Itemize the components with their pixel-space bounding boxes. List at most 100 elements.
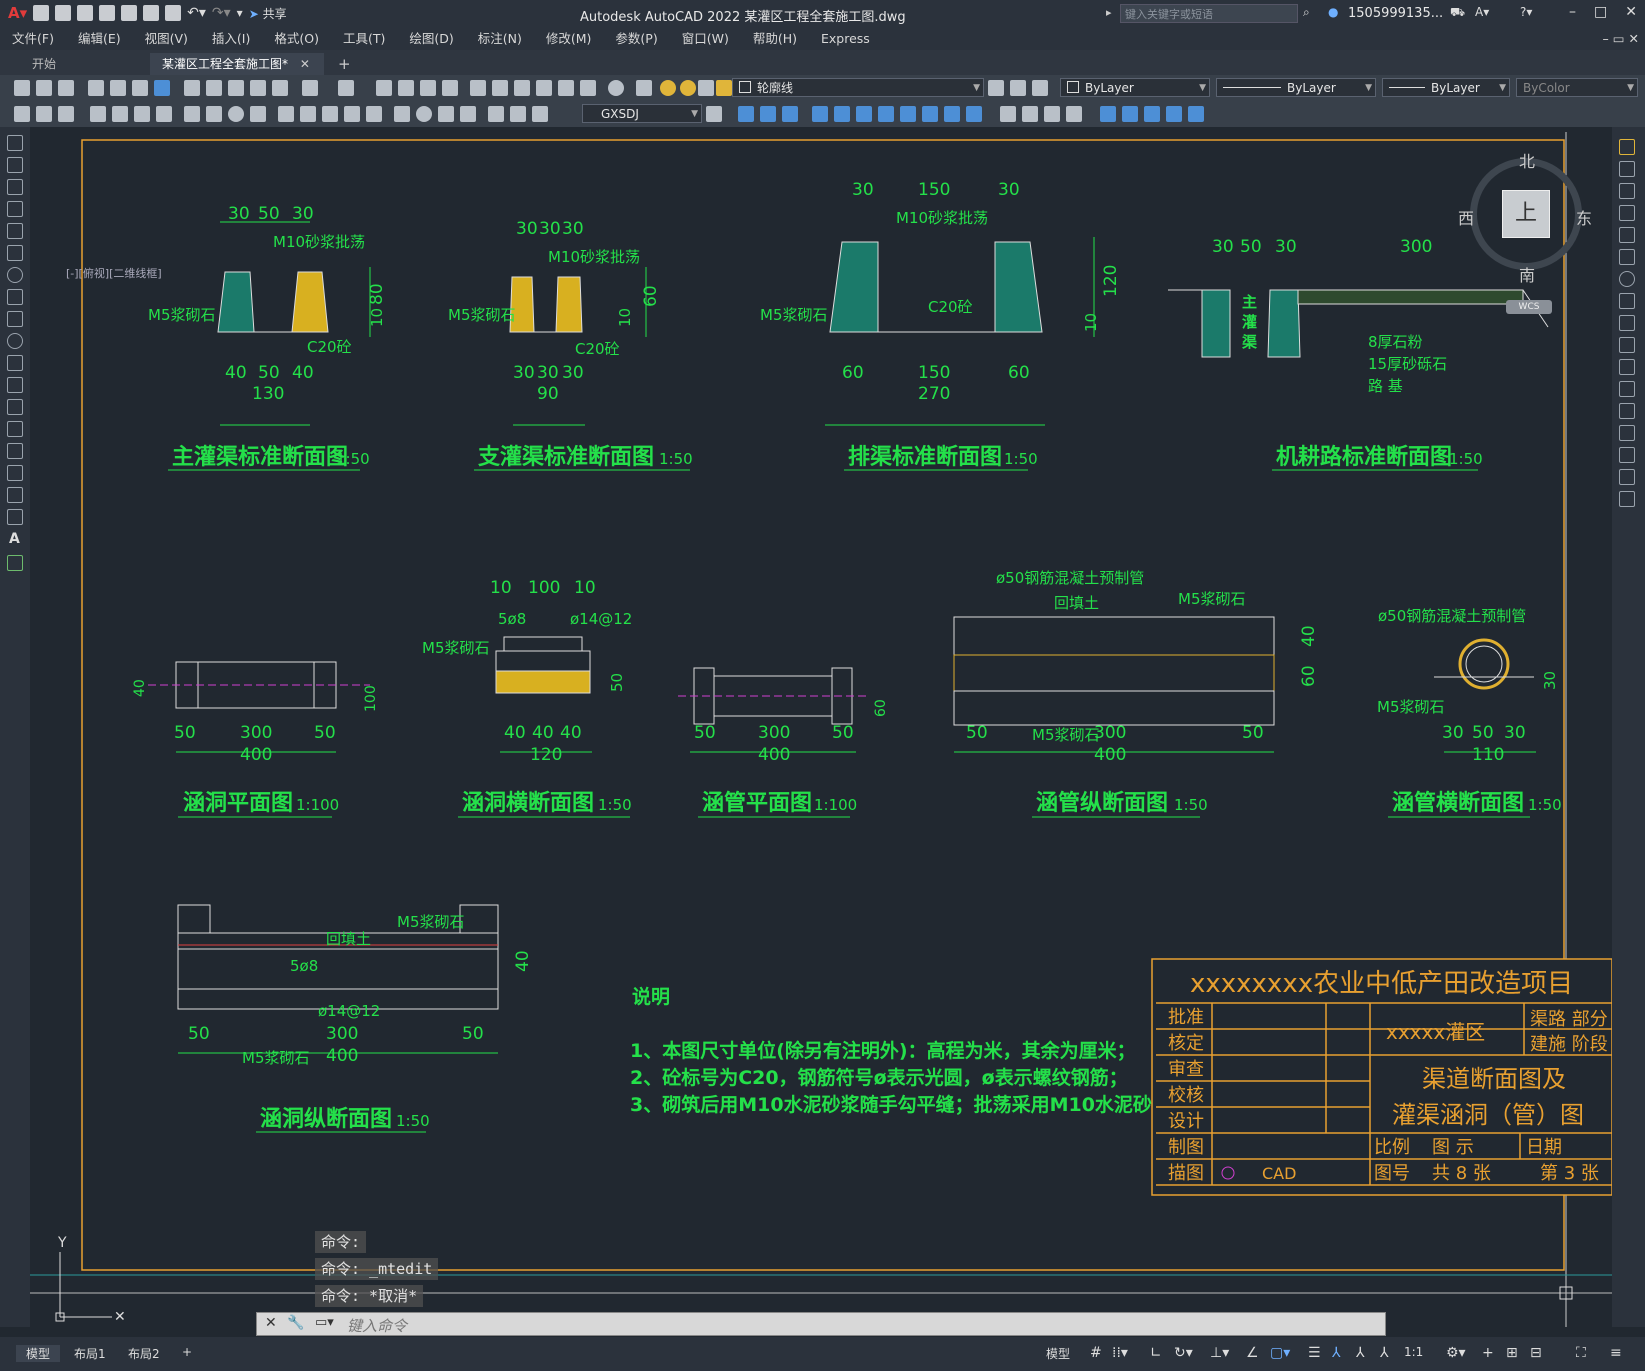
autodesk-a360-icon[interactable]: A▾ (1475, 5, 1489, 19)
plotstyle-dropdown[interactable]: ByColor ▼ (1516, 78, 1638, 97)
rotate-icon[interactable] (856, 106, 872, 122)
drawing-drainage-canal[interactable] (825, 237, 1095, 426)
layer-viewport-icon[interactable] (698, 80, 714, 96)
center-mark-icon[interactable] (416, 106, 432, 122)
menu-view[interactable]: 视图(V) (133, 28, 200, 50)
status-model-space[interactable]: 模型 (1036, 1345, 1080, 1362)
menu-dimension[interactable]: 标注(N) (466, 28, 534, 50)
move-right-icon[interactable] (1619, 249, 1635, 265)
dim-update-icon[interactable] (532, 106, 548, 122)
compass-west[interactable]: 西 (1458, 205, 1474, 229)
layer-on-icon[interactable] (660, 80, 676, 96)
drawing-farm-road[interactable] (1168, 289, 1549, 358)
dimstyle-dropdown[interactable]: GXSDJ ▼ (582, 104, 702, 123)
trim-right-icon[interactable] (1619, 337, 1635, 353)
dim-style-manager-icon[interactable] (706, 106, 722, 122)
aligned-dim-icon[interactable] (112, 106, 128, 122)
array-icon[interactable] (834, 106, 850, 122)
markup-icon[interactable] (558, 80, 574, 96)
drawing-canvas[interactable]: 30 50 30 M10砂浆批荡 M5浆砌石 C20砼 80 10 40 50 … (30, 127, 1612, 1327)
chamfer-right-icon[interactable] (1619, 447, 1635, 463)
menu-tools[interactable]: 工具(T) (331, 28, 397, 50)
customization-menu-icon[interactable]: ≡ (1600, 1345, 1632, 1361)
scale-icon[interactable] (878, 106, 894, 122)
dim-edit-icon[interactable] (488, 106, 504, 122)
pan-icon[interactable] (376, 80, 392, 96)
new-file-icon[interactable] (33, 5, 50, 21)
stretch-right-icon[interactable] (1619, 315, 1635, 331)
diameter-dim-icon[interactable] (228, 106, 244, 122)
jogged-linear-icon[interactable] (460, 106, 476, 122)
web-mobile-save-icon[interactable] (143, 5, 160, 21)
layer-previous-icon[interactable] (1010, 80, 1026, 96)
tool-icon-2[interactable] (36, 106, 52, 122)
join-right-icon[interactable] (1619, 425, 1635, 441)
tab-drawing-file[interactable]: 某灌区工程全套施工图* ✕ (150, 53, 324, 75)
design-center-icon[interactable] (492, 80, 508, 96)
menu-window[interactable]: 窗口(W) (670, 28, 741, 50)
undo-icon[interactable]: ↶▾ (187, 5, 206, 21)
workspace-gear-icon[interactable]: ⚙▾ (1436, 1345, 1476, 1361)
menu-draw[interactable]: 绘图(D) (397, 28, 465, 50)
wcs-menu[interactable]: WCS (1506, 300, 1552, 314)
region-icon[interactable] (7, 487, 23, 503)
zoom-realtime-icon[interactable] (398, 80, 414, 96)
scale-right-icon[interactable] (1619, 293, 1635, 309)
angular-dim-icon[interactable] (250, 106, 266, 122)
menu-modify[interactable]: 修改(M) (534, 28, 604, 50)
polyline-icon[interactable] (7, 179, 23, 195)
dim-space-icon[interactable] (344, 106, 360, 122)
erase-icon[interactable] (1619, 139, 1635, 155)
save-icon[interactable] (77, 5, 94, 21)
open-file-icon[interactable] (55, 5, 72, 21)
table-icon[interactable] (7, 509, 23, 525)
compass-south[interactable]: 南 (1519, 262, 1535, 286)
gradient-icon[interactable] (7, 465, 23, 481)
redo-toolbar-icon[interactable] (338, 80, 354, 96)
copy-object-icon[interactable] (760, 106, 776, 122)
drawing-main-canal[interactable] (217, 221, 371, 426)
multiline-text-icon[interactable]: A (9, 531, 20, 547)
qat-dropdown-icon[interactable]: ▾ (237, 6, 243, 20)
menu-help[interactable]: 帮助(H) (741, 28, 809, 50)
redo-icon[interactable]: ↷▾ (212, 5, 231, 21)
zoom-previous-icon[interactable] (442, 80, 458, 96)
compass-east[interactable]: 东 (1576, 205, 1592, 229)
lineweight-dropdown[interactable]: ByLayer ▼ (1382, 78, 1510, 97)
menu-express[interactable]: Express (809, 28, 882, 50)
chamfer-icon[interactable] (1022, 106, 1038, 122)
undo-toolbar-icon[interactable] (302, 80, 318, 96)
layout-tab-model[interactable]: 模型 (16, 1345, 61, 1362)
tab-start[interactable]: 开始 (20, 53, 68, 75)
menu-format[interactable]: 格式(O) (262, 28, 331, 50)
baseline-dim-icon[interactable] (300, 106, 316, 122)
open-icon[interactable] (36, 80, 52, 96)
text-front-icon[interactable] (1166, 106, 1182, 122)
sheet-set-icon[interactable] (536, 80, 552, 96)
linetype-dropdown[interactable]: ByLayer ▼ (1216, 78, 1376, 97)
circle-icon[interactable] (7, 267, 23, 283)
construction-line-icon[interactable] (7, 157, 23, 173)
paste-icon[interactable] (228, 80, 244, 96)
trim-icon[interactable] (922, 106, 938, 122)
viewcube[interactable]: 上 北 南 东 西 WCS (1458, 150, 1592, 314)
ordinate-dim-icon[interactable] (156, 106, 172, 122)
inspect-icon[interactable] (438, 106, 454, 122)
viewport-controls-label[interactable]: [-][俯视][二维线框] (66, 265, 162, 281)
osnap-tracking-icon[interactable]: ⊥▾ (1200, 1345, 1239, 1361)
insert-block-icon[interactable] (7, 377, 23, 393)
share-button[interactable]: ➤ 共享 (249, 5, 287, 22)
publish-icon[interactable] (132, 80, 148, 96)
bring-front-icon[interactable] (1122, 106, 1138, 122)
menu-parametric[interactable]: 参数(P) (603, 28, 669, 50)
customize-wrench-icon[interactable]: 🔧 (287, 1315, 304, 1331)
snap-icon[interactable]: ⁞⁞▾ (1102, 1345, 1138, 1361)
search-input[interactable]: 键入关键字或短语 (1120, 4, 1298, 23)
ellipse-arc-icon[interactable] (7, 355, 23, 371)
layer-dropdown[interactable]: 轮廓线 ▼ (732, 78, 984, 97)
menu-file[interactable]: 文件(F) (0, 28, 66, 50)
maximize-icon[interactable]: □ (1594, 4, 1607, 20)
plot-icon[interactable] (165, 5, 182, 21)
web-mobile-open-icon[interactable] (121, 5, 138, 21)
cut-icon[interactable] (184, 80, 200, 96)
